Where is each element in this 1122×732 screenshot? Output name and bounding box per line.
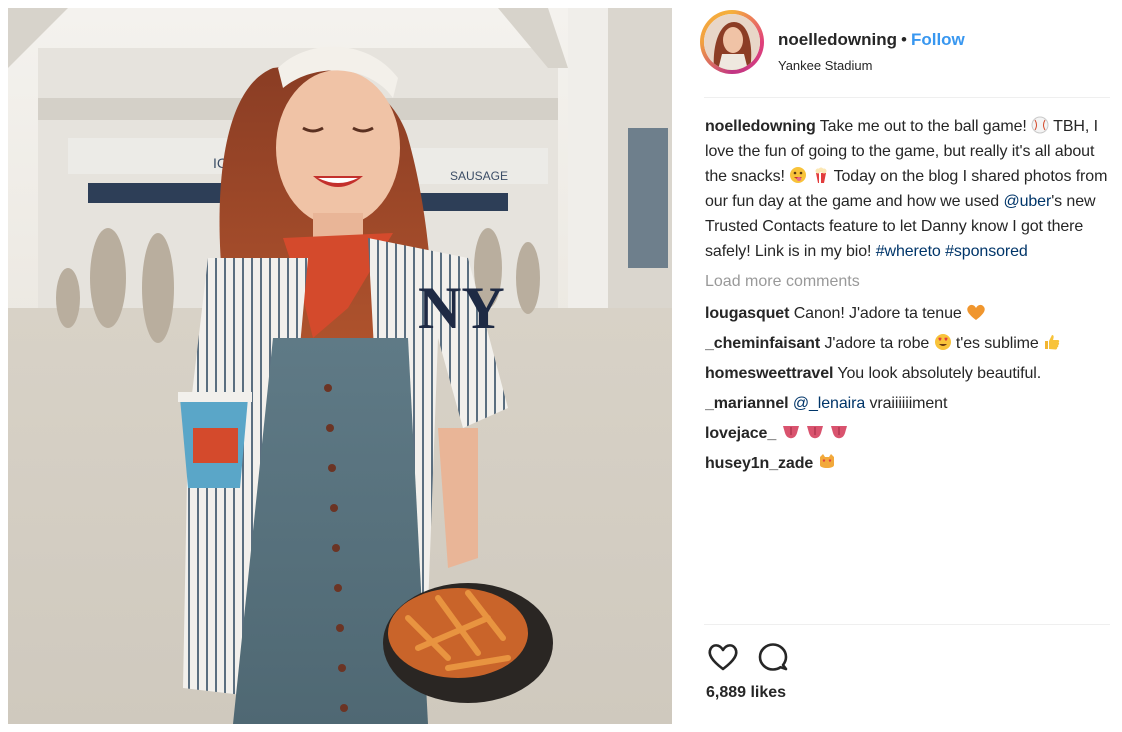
comment-button[interactable] [756, 640, 790, 674]
tongue-emoji-icon [805, 423, 825, 441]
comment-item: _mariannel @_lenaira vraiiiiiiment [705, 391, 1110, 416]
comment-text-2: t'es sublime [955, 335, 1039, 352]
sign-sausage: SAUSAGE [450, 169, 508, 183]
header-line: noelledowning • Follow [778, 30, 965, 50]
avatar[interactable] [700, 10, 764, 74]
heart-icon [708, 644, 738, 671]
follow-button[interactable]: Follow [911, 30, 965, 49]
post-header: noelledowning • Follow Yankee Stadium [700, 10, 1110, 80]
load-more-comments-button[interactable]: Load more comments [705, 269, 1110, 294]
comment-item: homesweettravel You look absolutely beau… [705, 361, 1110, 386]
post-photo-image: ICE SAUSAGE [8, 8, 672, 724]
tongue-face-emoji-icon [789, 166, 807, 184]
comment-username[interactable]: lovejace_ [705, 425, 776, 442]
comment-item: _cheminfaisant J'adore ta robe t'es subl… [705, 331, 1110, 356]
post-actions [706, 640, 906, 676]
hashtag-sponsored[interactable]: #sponsored [945, 243, 1028, 260]
caption-mention-uber[interactable]: @uber [1003, 193, 1051, 210]
comment-text: J'adore ta robe [824, 335, 930, 352]
header-username[interactable]: noelledowning [778, 30, 897, 49]
post-photo[interactable]: ICE SAUSAGE [8, 8, 672, 724]
caption: noelledowning Take me out to the ball ga… [705, 114, 1110, 264]
comment-mention[interactable]: @_lenaira [793, 395, 865, 412]
comment-username[interactable]: _cheminfaisant [705, 335, 820, 352]
actions-divider [704, 624, 1110, 625]
svg-text:NY: NY [418, 275, 505, 341]
tongue-emoji-icon [781, 423, 801, 441]
baseball-emoji-icon [1031, 116, 1049, 134]
location-link[interactable]: Yankee Stadium [778, 58, 872, 73]
heart-eyes-cat-emoji-icon [818, 453, 836, 471]
post-sidebar: noelledowning • Follow Yankee Stadium noel… [690, 0, 1122, 732]
avatar-image [704, 14, 760, 70]
comment-text: vraiiiiiiment [869, 395, 948, 412]
heart-eyes-emoji-icon [934, 333, 952, 351]
comment-username[interactable]: lougasquet [705, 305, 789, 322]
comment-item: lougasquet Canon! J'adore ta tenue [705, 301, 1110, 326]
popcorn-emoji-icon [812, 166, 830, 184]
header-separator: • [901, 30, 907, 49]
comment-text: You look absolutely beautiful. [837, 365, 1042, 382]
comment-icon [758, 643, 788, 671]
hashtag-whereto[interactable]: #whereto [876, 243, 941, 260]
thumbs-up-emoji-icon [1043, 333, 1061, 351]
comment-item: husey1n_zade [705, 451, 1110, 476]
likes-count[interactable]: 6,889 likes [706, 684, 786, 702]
comments-list[interactable]: noelledowning Take me out to the ball ga… [705, 114, 1110, 622]
caption-text-1: Take me out to the ball game! [819, 118, 1032, 135]
comment-text: Canon! J'adore ta tenue [793, 305, 962, 322]
header-divider [704, 97, 1110, 98]
comment-username[interactable]: homesweettravel [705, 365, 833, 382]
comment-item-partial [705, 481, 1110, 493]
like-button[interactable] [706, 640, 740, 674]
orange-heart-emoji-icon [966, 303, 986, 321]
comment-username[interactable]: husey1n_zade [705, 455, 813, 472]
comment-username[interactable]: _mariannel [705, 395, 789, 412]
tongue-emoji-icon [829, 423, 849, 441]
caption-username[interactable]: noelledowning [705, 118, 816, 135]
comment-item: lovejace_ [705, 421, 1110, 446]
